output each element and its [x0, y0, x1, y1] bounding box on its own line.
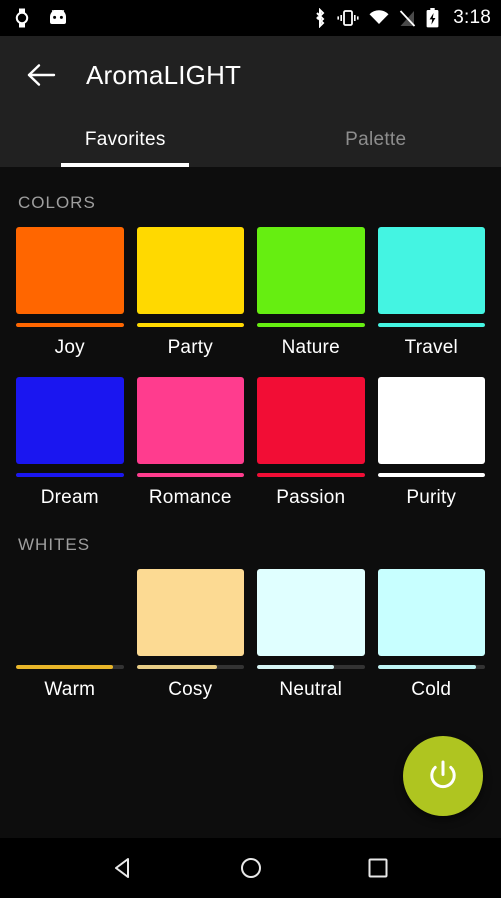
bluetooth-icon: [313, 8, 327, 28]
swatch-brightness-fill: [16, 665, 113, 669]
section-header-whites: WHITES: [18, 535, 91, 554]
swatch-cold[interactable]: Cold: [377, 569, 485, 701]
swatch-brightness-slider[interactable]: [377, 323, 485, 327]
swatch-label: Cosy: [168, 679, 213, 700]
swatch-brightness-slider[interactable]: [257, 323, 365, 327]
swatch-party[interactable]: Party: [136, 227, 244, 359]
power-icon: [430, 760, 456, 789]
swatch-brightness-slider[interactable]: [136, 323, 244, 327]
swatch-brightness-fill: [377, 473, 485, 477]
status-bar: 3:18: [0, 0, 501, 36]
swatch-brightness-fill: [16, 323, 124, 327]
nav-back-triangle-icon: [114, 858, 129, 878]
swatch-label: Purity: [406, 487, 457, 508]
swatch-joy[interactable]: Joy: [16, 227, 124, 359]
swatch-label: Passion: [276, 487, 346, 508]
swatch-brightness-fill: [377, 665, 477, 669]
android-nav-bar: [0, 838, 501, 898]
android-head-icon: [48, 10, 68, 26]
swatch-warm[interactable]: Warm: [16, 569, 124, 701]
swatch-travel[interactable]: Travel: [377, 227, 485, 359]
swatch-romance[interactable]: Romance: [136, 377, 244, 509]
swatch-brightness-fill: [377, 323, 485, 327]
back-button[interactable]: [20, 53, 64, 97]
content-area: COLORS Joy Party Nature Travel Dream Romance…: [0, 167, 501, 838]
swatch-brightness-slider[interactable]: [377, 473, 485, 477]
status-bar-left-icons: [14, 8, 68, 28]
swatch-label: Party: [167, 337, 213, 358]
watch-icon: [14, 8, 30, 28]
swatch-color-tile[interactable]: [377, 227, 485, 314]
page-title: AromaLIGHT: [86, 59, 242, 90]
swatch-cosy[interactable]: Cosy: [136, 569, 244, 701]
swatch-brightness-slider[interactable]: [16, 665, 124, 669]
power-fab-button[interactable]: [403, 736, 483, 816]
swatch-label: Cold: [411, 679, 452, 700]
swatch-color-tile[interactable]: [257, 227, 365, 314]
tab-favorites[interactable]: Favorites: [0, 129, 251, 167]
swatch-purity[interactable]: Purity: [377, 377, 485, 509]
swatch-brightness-fill: [257, 323, 365, 327]
nav-home-circle-icon: [240, 858, 261, 878]
swatch-color-tile[interactable]: [257, 377, 365, 464]
swatch-row-whites: Warm Cosy Neutral Cold: [16, 569, 485, 701]
swatch-label: Dream: [40, 487, 99, 508]
battery-charging-icon: [426, 8, 439, 28]
nav-home-button[interactable]: [227, 844, 275, 892]
section-header-colors: COLORS: [18, 193, 96, 212]
swatch-brightness-fill: [136, 665, 218, 669]
swatch-color-tile[interactable]: [136, 569, 244, 656]
status-bar-right-icons: 3:18: [313, 7, 491, 29]
swatch-brightness-slider[interactable]: [136, 473, 244, 477]
arrow-back-icon: [27, 64, 56, 86]
vibrate-icon: [337, 9, 359, 27]
swatch-brightness-slider[interactable]: [377, 665, 485, 669]
swatch-brightness-slider[interactable]: [136, 665, 244, 669]
swatch-color-tile[interactable]: [136, 377, 244, 464]
nav-recents-button[interactable]: [354, 844, 402, 892]
swatch-brightness-fill: [257, 665, 335, 669]
swatch-brightness-slider[interactable]: [16, 473, 124, 477]
swatch-neutral[interactable]: Neutral: [257, 569, 365, 701]
tab-palette-label: Palette: [345, 129, 407, 150]
swatch-label: Neutral: [279, 679, 343, 700]
tab-favorites-label: Favorites: [84, 129, 166, 150]
swatch-label: Nature: [281, 337, 340, 358]
nav-back-button[interactable]: [100, 844, 148, 892]
tab-palette[interactable]: Palette: [251, 129, 501, 167]
swatch-dream[interactable]: Dream: [16, 377, 124, 509]
no-signal-icon: [399, 9, 416, 27]
swatch-brightness-slider[interactable]: [257, 473, 365, 477]
swatch-brightness-fill: [257, 473, 365, 477]
swatch-nature[interactable]: Nature: [257, 227, 365, 359]
swatch-brightness-fill: [136, 323, 244, 327]
swatch-label: Joy: [54, 337, 85, 358]
swatch-row-colors-2: Dream Romance Passion Purity: [16, 377, 485, 509]
status-bar-clock: 3:18: [453, 7, 491, 28]
app-bar: AromaLIGHT Favorites Palette: [0, 36, 501, 167]
tab-bar: Favorites Palette: [0, 114, 501, 167]
swatch-brightness-slider[interactable]: [16, 323, 124, 327]
nav-recents-square-icon: [368, 858, 387, 878]
app-root: 3:18 AromaLIGHT Favorites Palette COLORS…: [0, 0, 501, 898]
swatch-row-colors-1: Joy Party Nature Travel: [16, 227, 485, 359]
swatch-passion[interactable]: Passion: [257, 377, 365, 509]
swatch-color-tile[interactable]: [377, 377, 485, 464]
swatch-color-tile[interactable]: [16, 569, 124, 656]
swatch-label: Travel: [404, 337, 458, 358]
swatch-brightness-fill: [16, 473, 124, 477]
swatch-color-tile[interactable]: [136, 227, 244, 314]
swatch-brightness-slider[interactable]: [257, 665, 365, 669]
swatch-label: Warm: [44, 679, 96, 700]
swatch-color-tile[interactable]: [16, 227, 124, 314]
swatch-color-tile[interactable]: [257, 569, 365, 656]
app-bar-top: AromaLIGHT: [0, 36, 501, 114]
wifi-icon: [369, 10, 389, 26]
swatch-brightness-fill: [136, 473, 244, 477]
swatch-color-tile[interactable]: [16, 377, 124, 464]
swatch-label: Romance: [148, 487, 232, 508]
swatch-color-tile[interactable]: [377, 569, 485, 656]
